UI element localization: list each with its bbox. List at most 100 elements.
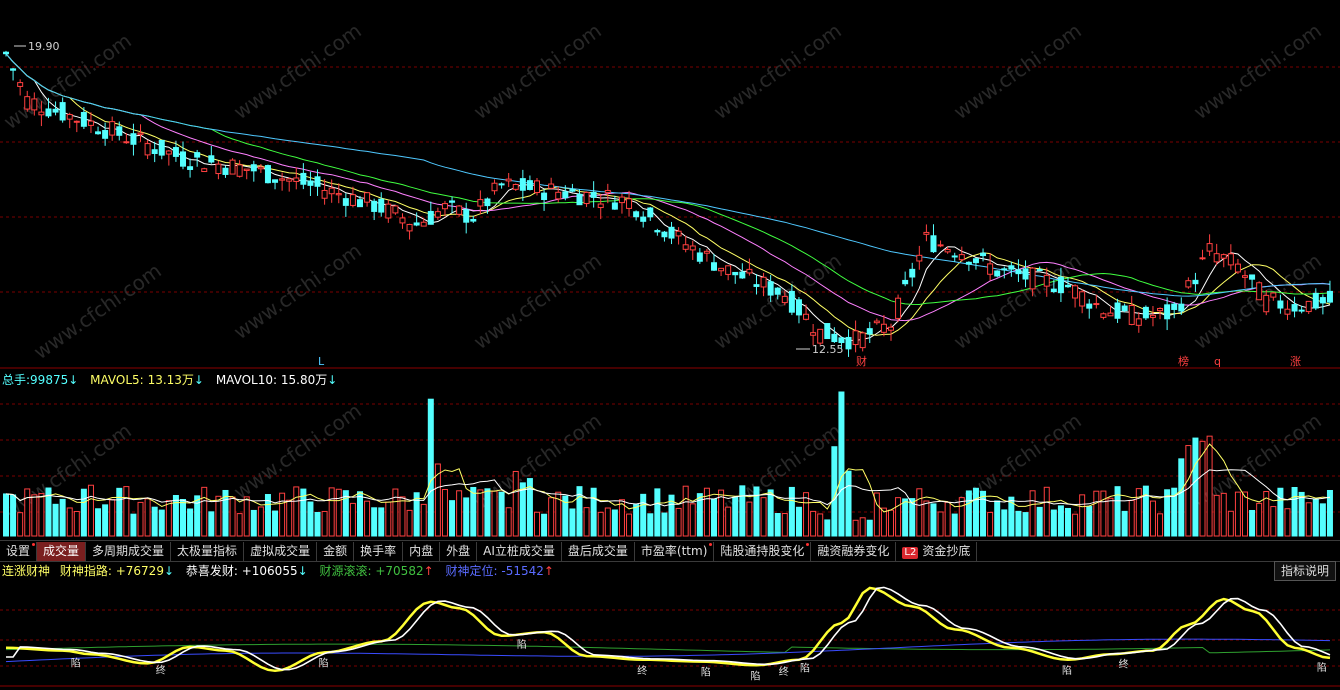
volume-bar [399,496,406,537]
kline-chart[interactable]: www.cfchi.com www.cfchi.com www.cfchi.com w… [0,0,1340,690]
mavol5-value: 13.13万 [147,373,194,387]
volume-bar [1001,509,1008,537]
volume-bar [972,487,979,537]
volume-bar [1220,492,1227,537]
candle-body [1312,292,1319,309]
volume-bar [1178,458,1185,537]
candle-body [441,203,448,210]
tab-9[interactable]: AI立桩成交量 [477,541,562,561]
tab-4[interactable]: 虚拟成交量 [244,541,318,561]
candle-body [604,189,611,194]
new-dot-icon [806,542,810,546]
volume-bar [364,500,371,537]
candle-body [951,255,958,258]
chart-marker: 财 [856,354,867,368]
volume-bar [1234,491,1241,537]
volume-bar [123,486,130,537]
tab-1[interactable]: 成交量 [37,541,87,561]
candle-body [484,198,491,207]
candle-body [1319,297,1326,304]
candle-body [576,193,583,206]
candle-body [3,51,9,55]
candle-body [208,155,215,163]
volume-bar [767,489,774,537]
indicator-help-button[interactable]: 指标说明 [1273,561,1336,581]
candle-body [505,178,512,182]
tab-11[interactable]: 市盈率(ttm) [635,541,715,561]
signal-label: 陷 [517,638,527,651]
candle-body [158,139,165,156]
tab-label: 盘后成交量 [567,543,628,558]
volume-bar [201,486,208,537]
candle-body [172,147,179,157]
candle-body [1178,303,1185,312]
tab-14[interactable]: L2 资金抄底 [896,541,978,561]
volume-bar [1256,502,1263,537]
tab-label: 市盈率(ttm) [640,543,708,558]
indicator-blue-line [5,638,1331,663]
volume-bar [682,485,689,537]
volume-bar [888,509,894,537]
candle-body [1242,275,1248,278]
volume-bar [286,499,293,537]
tab-label: 设置 [6,543,31,558]
candle-body [987,263,994,275]
tab-0[interactable]: 设置 [0,541,38,561]
volume-bar [1114,486,1121,537]
candle-body [1263,294,1270,313]
candle-body [1015,269,1022,275]
tab-13[interactable]: 融资融券变化 [811,541,897,561]
tab-3[interactable]: 太极量指标 [171,541,245,561]
candle-body [781,295,788,304]
signal-label: 陷 [319,656,329,669]
total-volume-label: 总手: [2,373,31,387]
volume-bar [1043,486,1050,537]
tab-7[interactable]: 内盘 [403,541,441,561]
candle-body [45,108,52,117]
tab-6[interactable]: 换手率 [354,541,404,561]
volume-bar [590,487,597,537]
volume-bar [328,487,335,537]
candle-body [87,120,94,126]
volume-bar [116,487,123,537]
candle-body [944,249,951,253]
candle-body [880,323,887,333]
volume-bar [307,501,314,537]
volume-bar [1319,503,1326,537]
tab-12[interactable]: 陆股通持股变化 [714,541,812,561]
volume-bar [661,512,668,537]
volume-bar [916,488,923,537]
volume-bar [1242,491,1248,537]
signal-label: 终 [637,664,647,677]
indicator-label-4: 财神定位: [445,564,498,578]
volume-bar [810,510,817,537]
candle-body [958,254,965,261]
candle-body [17,82,24,87]
tab-10[interactable]: 盘后成交量 [562,541,635,561]
volume-bar [95,508,102,537]
tab-8[interactable]: 外盘 [440,541,478,561]
candle-body [349,194,356,206]
volume-bar [1157,513,1164,537]
volume-bar [3,493,9,537]
candle-body [66,114,73,120]
candle-body [1043,274,1050,287]
volume-bar [24,488,31,537]
candle-body [824,323,831,340]
volume-bar [279,492,286,537]
volume-bar [611,509,618,537]
candle-body [1086,303,1093,309]
tab-2[interactable]: 多周期成交量 [86,541,172,561]
arrow-down-icon: ↓ [163,564,175,578]
candle-body [994,270,1001,277]
tab-5[interactable]: 金额 [317,541,355,561]
volume-bar [335,488,342,537]
volume-bar [1206,435,1213,537]
candle-body [1157,307,1164,312]
candle-body [696,252,703,262]
candle-body [293,177,300,182]
candle-body [668,226,675,239]
candle-body [328,187,335,195]
volume-bar [420,503,427,537]
volume-bar [1249,509,1256,537]
